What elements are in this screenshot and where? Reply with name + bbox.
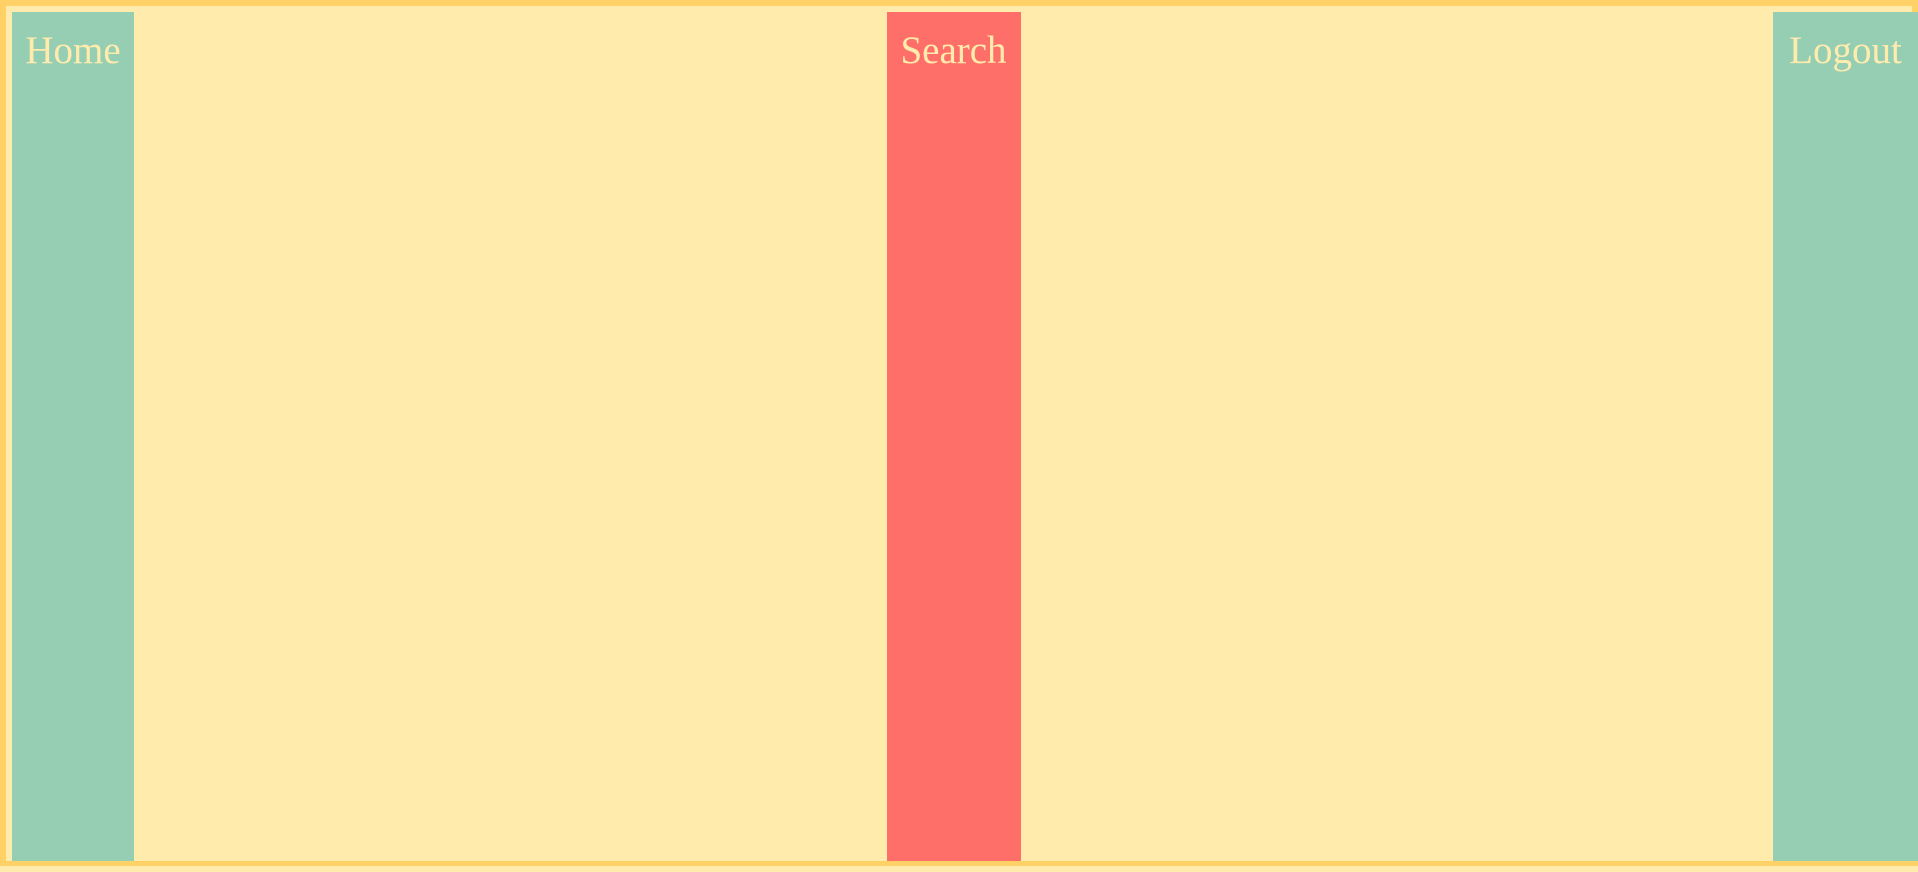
nav-item-logout[interactable]: Logout (1773, 12, 1918, 867)
bottom-border-band (0, 861, 1918, 872)
nav-item-search[interactable]: Search (886, 12, 1021, 867)
page-frame: Home Search Logout (0, 0, 1918, 872)
nav-item-home[interactable]: Home (12, 12, 134, 867)
top-navigation: Home Search Logout (12, 12, 1918, 867)
